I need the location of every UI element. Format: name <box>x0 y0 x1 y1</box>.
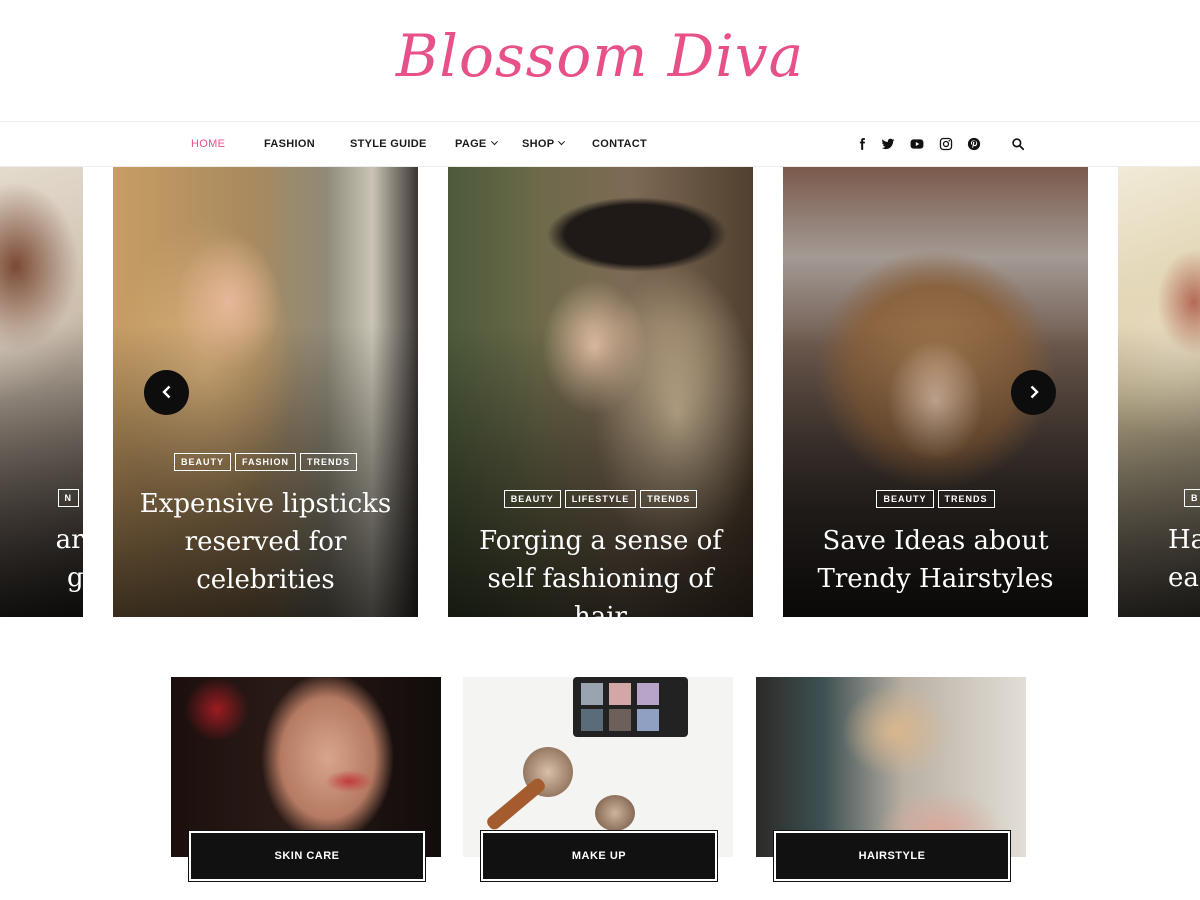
slide-title-line: ge <box>66 563 83 593</box>
slide-tag[interactable]: TRENDS <box>937 490 995 508</box>
slide-title-line: Trendy Hairstyles <box>817 564 1054 594</box>
slide-tags: BEAUTY FASHION TRENDS <box>113 453 418 471</box>
palette-shape <box>573 677 688 737</box>
slide-title-line: Expensive lipsticks <box>139 489 392 519</box>
slide-title-line: self fashioning of hair <box>487 564 714 617</box>
slide-card[interactable]: BEAUTY LIFESTYLE TRENDS Forging a sense … <box>448 167 753 617</box>
slide-tag[interactable]: B <box>1184 489 1200 507</box>
slide-title[interactable]: Save Ideas about Trendy Hairstyles <box>783 522 1088 598</box>
nav-item-page[interactable]: PAGE <box>455 122 498 166</box>
pinterest-icon[interactable] <box>966 136 982 152</box>
category-button-hairstyle[interactable]: HAIRSTYLE <box>773 830 1011 882</box>
nav-item-fashion[interactable]: FASHION <box>264 122 315 166</box>
slide-tags: N <box>0 489 79 507</box>
site-logo[interactable]: Blossom Diva <box>0 18 1200 94</box>
slide-tag[interactable]: BEAUTY <box>503 490 561 508</box>
slide-title-line: ea <box>1168 563 1199 593</box>
brush-shape <box>595 795 635 831</box>
slider-prev-button[interactable] <box>144 370 189 415</box>
nav-item-shop-label: SHOP <box>522 138 555 150</box>
slide-tag[interactable]: BEAUTY <box>173 453 231 471</box>
slide-tag[interactable]: N <box>57 489 79 507</box>
slide-caption: N are ge <box>0 489 83 597</box>
chevron-left-icon <box>162 385 171 399</box>
slide-title[interactable]: Expensive lipsticks reserved for celebri… <box>113 485 418 599</box>
chevron-right-icon <box>1030 385 1039 399</box>
slide-title[interactable]: Ha ea <box>1168 521 1200 597</box>
slide-card[interactable]: B Ha ea <box>1118 167 1200 617</box>
slide-tag[interactable]: TRENDS <box>300 453 358 471</box>
main-nav: HOME FASHION STYLE GUIDE PAGE SHOP CONTA… <box>0 122 1200 166</box>
slide-title-line: are <box>55 525 83 555</box>
slide-title[interactable]: Forging a sense of self fashioning of ha… <box>448 522 753 617</box>
nav-item-home[interactable]: HOME <box>191 122 225 166</box>
slide-caption: BEAUTY LIFESTYLE TRENDS Forging a sense … <box>448 490 753 617</box>
slide-tags: BEAUTY LIFESTYLE TRENDS <box>448 490 753 508</box>
chevron-down-icon <box>490 138 498 146</box>
slide-caption: B Ha ea <box>1168 489 1200 597</box>
category-button-make-up[interactable]: MAKE UP <box>480 830 718 882</box>
slide-title-line: reserved for <box>184 527 347 557</box>
nav-item-style-guide[interactable]: STYLE GUIDE <box>350 122 427 166</box>
slide-title-line: Save Ideas about <box>822 526 1049 556</box>
youtube-icon[interactable] <box>909 136 925 152</box>
featured-slider: N are ge BEAUTY FASHION TRENDS Expensive… <box>0 167 1200 617</box>
slide-card[interactable]: N are ge <box>0 167 83 617</box>
nav-item-contact[interactable]: CONTACT <box>592 122 647 166</box>
slide-caption: BEAUTY FASHION TRENDS Expensive lipstick… <box>113 453 418 599</box>
nav-item-shop[interactable]: SHOP <box>522 122 566 166</box>
slide-title-line: Forging a sense of <box>479 526 722 556</box>
slide-tag[interactable]: FASHION <box>234 453 296 471</box>
slide-tags: B <box>1184 489 1200 507</box>
instagram-icon[interactable] <box>938 136 954 152</box>
search-icon[interactable] <box>1010 136 1026 152</box>
slide-tags: BEAUTY TRENDS <box>783 490 1088 508</box>
slider-next-button[interactable] <box>1011 370 1056 415</box>
slide-tag[interactable]: BEAUTY <box>876 490 934 508</box>
nav-item-page-label: PAGE <box>455 138 487 150</box>
chevron-down-icon <box>558 138 566 146</box>
slide-title-line: Ha <box>1168 525 1200 555</box>
facebook-icon[interactable] <box>854 136 870 152</box>
slide-tag[interactable]: LIFESTYLE <box>564 490 637 508</box>
category-button-skin-care[interactable]: SKIN CARE <box>188 830 426 882</box>
slide-title-line: celebrities <box>196 565 335 595</box>
slide-tag[interactable]: TRENDS <box>640 490 698 508</box>
twitter-icon[interactable] <box>880 136 896 152</box>
slide-caption: BEAUTY TRENDS Save Ideas about Trendy Ha… <box>783 490 1088 598</box>
slide-title[interactable]: are ge <box>0 521 83 597</box>
